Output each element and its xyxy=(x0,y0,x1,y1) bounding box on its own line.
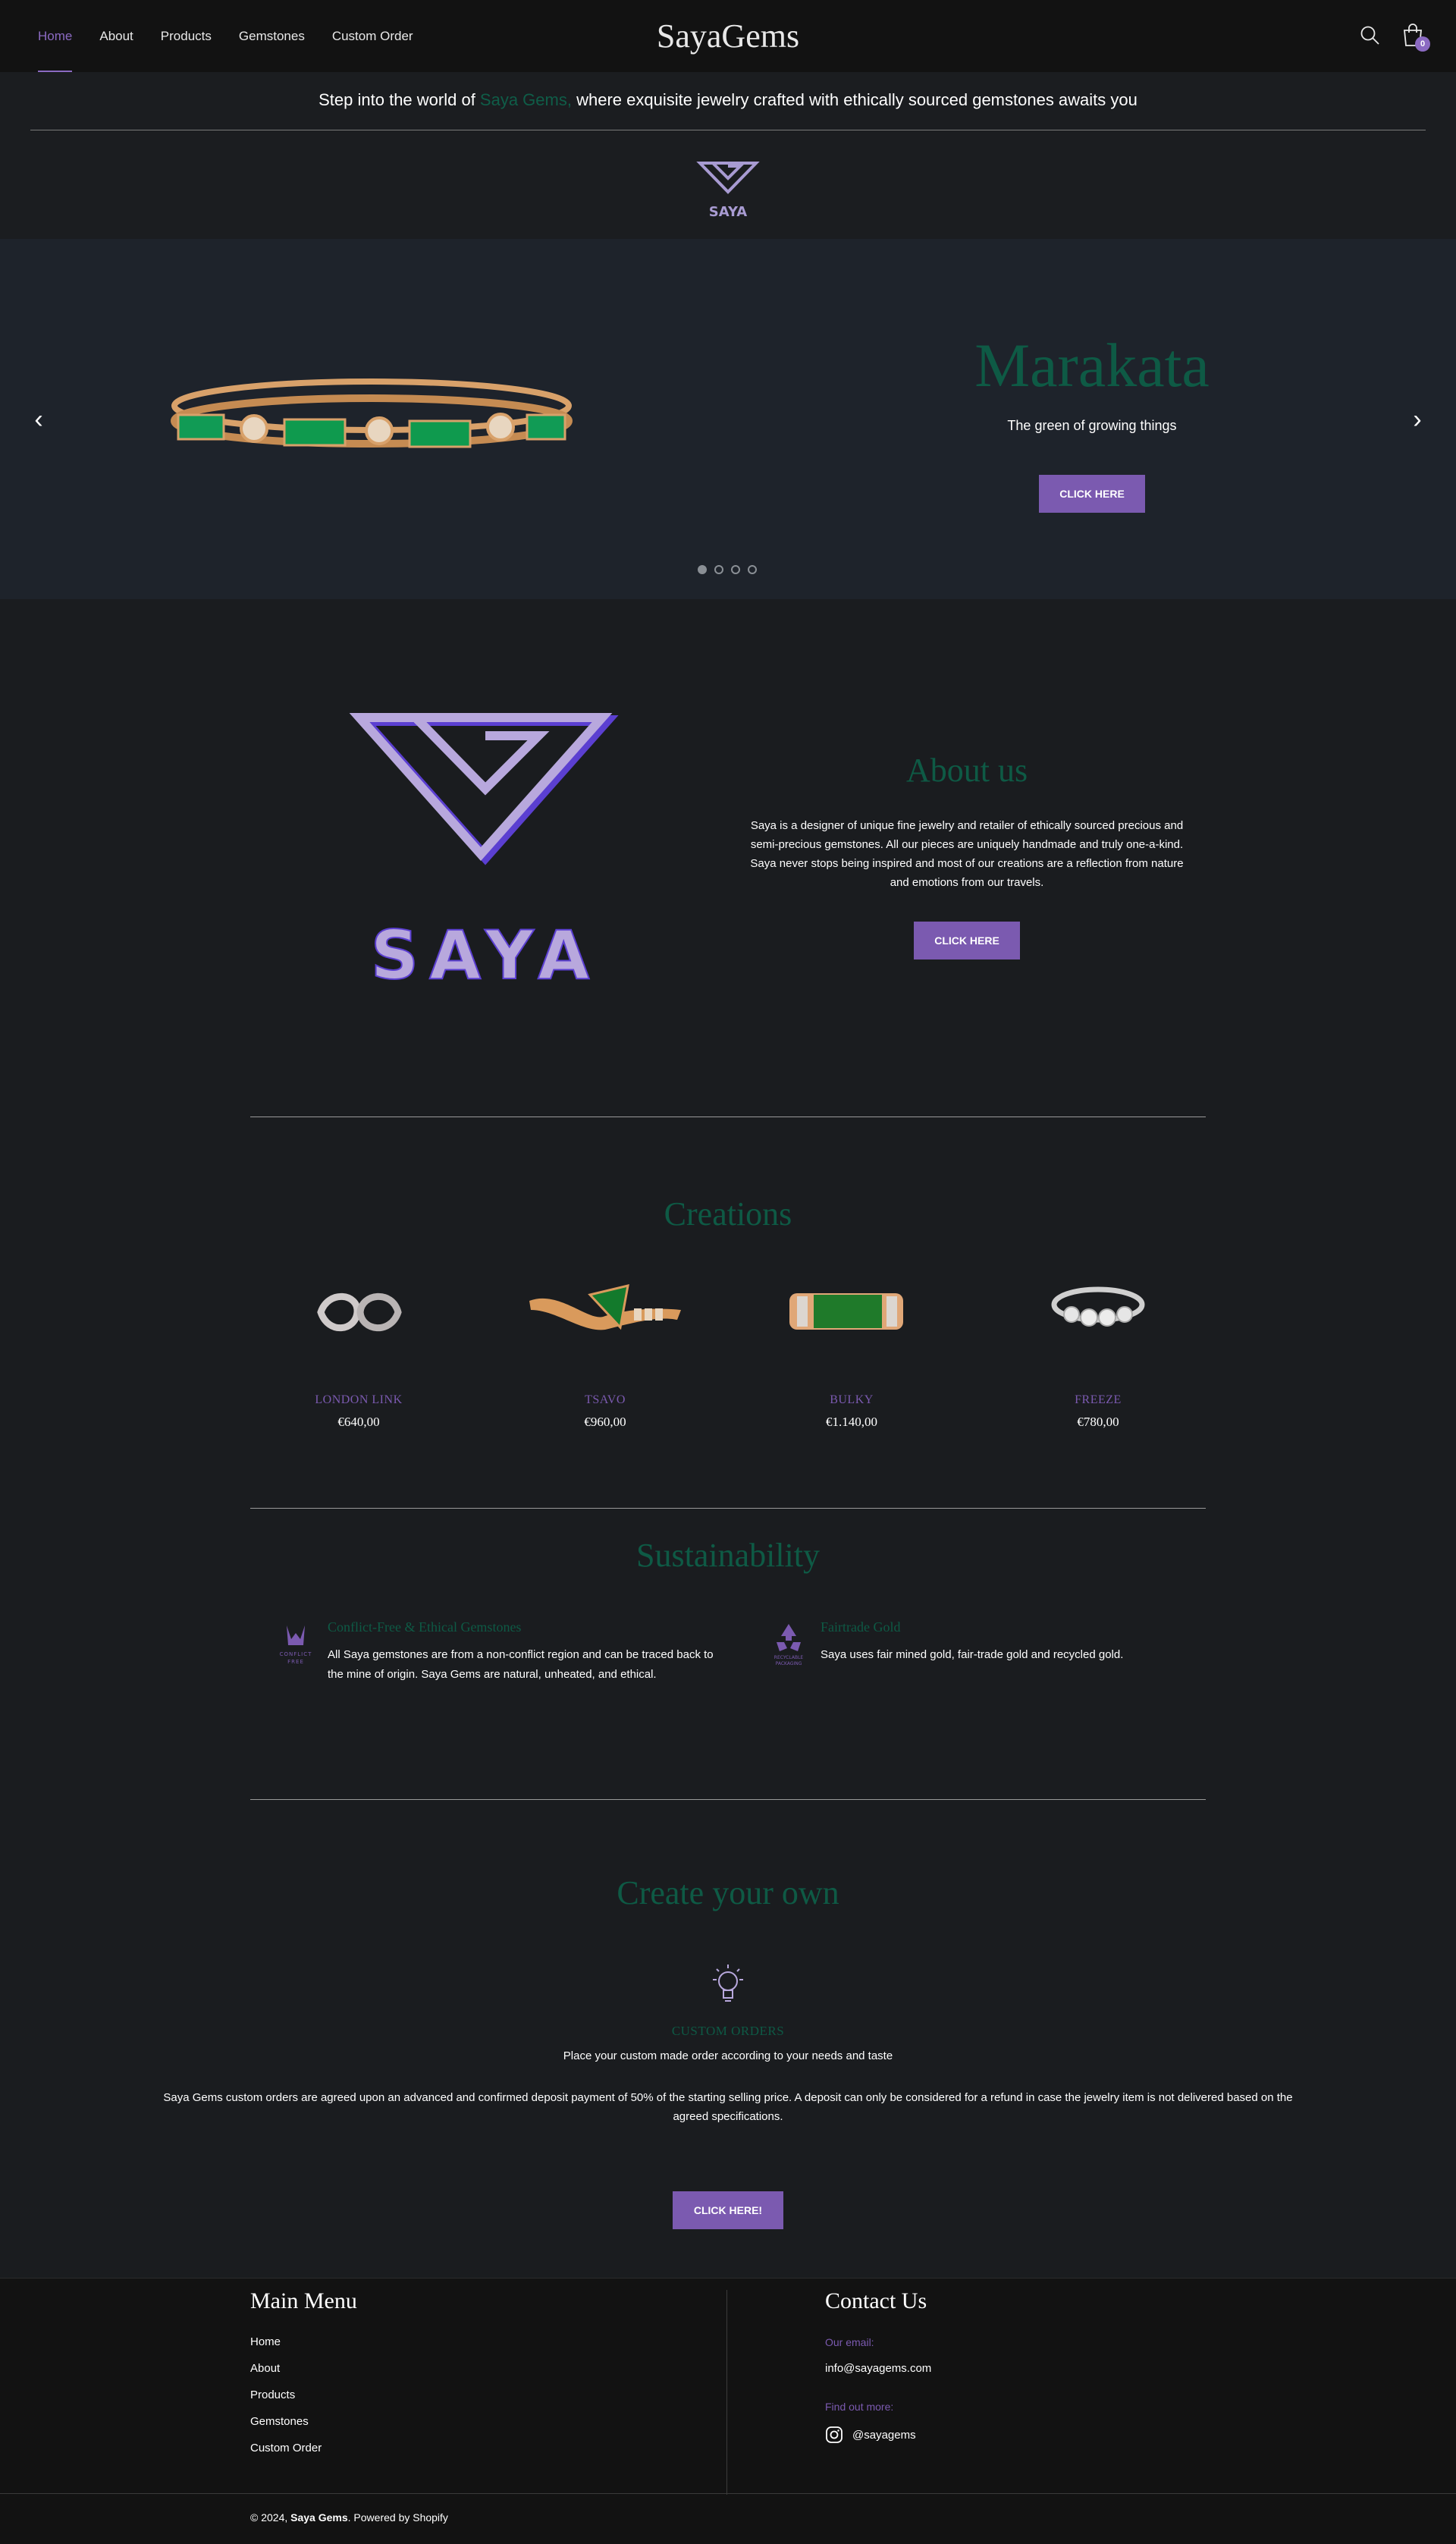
nav-products[interactable]: Products xyxy=(161,0,212,72)
emerald-ring-image xyxy=(171,378,573,448)
instagram-link[interactable]: @sayagems xyxy=(825,2426,916,2444)
instagram-handle: @sayagems xyxy=(852,2428,916,2442)
sustainability-title: Sustainability xyxy=(636,1537,820,1574)
london-link-ring-image xyxy=(317,1292,402,1332)
nav-about[interactable]: About xyxy=(99,0,133,72)
site-footer xyxy=(0,2278,1456,2544)
product-price: €640,00 xyxy=(337,1415,380,1429)
copyright-pre: © 2024, xyxy=(250,2511,291,2524)
slider-dot-4[interactable] xyxy=(748,565,757,574)
product-name[interactable]: TSAVO xyxy=(514,1393,696,1407)
footer-link-home[interactable]: Home xyxy=(250,2329,322,2355)
sustainability-text: Saya uses fair mined gold, fair-trade go… xyxy=(821,1648,1124,1661)
header-icons: 0 xyxy=(1359,23,1430,52)
custom-order-button[interactable]: CLICK HERE! xyxy=(673,2191,783,2229)
footer-link-custom-order[interactable]: Custom Order xyxy=(250,2435,322,2461)
email-label: Our email: xyxy=(825,2336,874,2348)
nav-home[interactable]: Home xyxy=(38,0,73,72)
freeze-ring-image xyxy=(1051,1286,1145,1327)
email-link[interactable]: info@sayagems.com xyxy=(825,2362,931,2375)
product-price: €780,00 xyxy=(1077,1415,1119,1429)
bulky-ring-image xyxy=(789,1293,903,1330)
sustainability-heading: Fairtrade Gold xyxy=(821,1619,901,1635)
product-card[interactable]: LONDON LINK €640,00 xyxy=(268,1263,450,1430)
cart-button[interactable]: 0 xyxy=(1401,23,1430,52)
svg-text:CONFLICT: CONFLICT xyxy=(280,1651,312,1657)
footer-bottom-divider xyxy=(0,2493,1456,2494)
product-card[interactable]: BULKY €1.140,00 xyxy=(761,1263,943,1430)
announcement-text: Step into the world of Saya Gems, where … xyxy=(0,90,1456,110)
svg-text:RECYCLABLE: RECYCLABLE xyxy=(774,1655,804,1660)
saya-diamond-logo: SAYA xyxy=(696,162,760,219)
nav-custom-order[interactable]: Custom Order xyxy=(332,0,413,72)
slider-next-arrow[interactable]: › xyxy=(1406,404,1429,435)
tsavo-ring-image xyxy=(529,1284,681,1330)
slider-prev-arrow[interactable]: ‹ xyxy=(27,404,50,435)
custom-orders-subtitle: Place your custom made order according t… xyxy=(563,2049,893,2062)
nav-gemstones[interactable]: Gemstones xyxy=(239,0,305,72)
footer-divider xyxy=(726,2290,727,2495)
slider-dot-3[interactable] xyxy=(731,565,740,574)
custom-orders-heading: CUSTOM ORDERS xyxy=(671,2024,785,2038)
about-logo-text: SAYA xyxy=(371,916,600,994)
saya-large-logo: SAYA xyxy=(349,713,619,994)
custom-orders-text: Saya Gems custom orders are agreed upon … xyxy=(163,2091,1293,2123)
hero-slider: ‹ › Marakata The green of growing things… xyxy=(0,239,1456,599)
conflict-free-icon: CONFLICT FREE xyxy=(280,1625,312,1665)
footer-link-products[interactable]: Products xyxy=(250,2382,322,2408)
lightbulb-icon xyxy=(713,1965,743,2002)
recycle-icon: RECYCLABLE PACKAGING xyxy=(774,1624,804,1666)
footer-menu-title: Main Menu xyxy=(250,2288,357,2313)
product-price: €1.140,00 xyxy=(826,1415,877,1429)
announcement-pre: Step into the world of xyxy=(318,90,480,109)
sustainability-heading: Conflict-Free & Ethical Gemstones xyxy=(328,1619,522,1635)
ann-logo-text: SAYA xyxy=(709,204,747,219)
copyright: © 2024, Saya Gems. Powered by Shopify xyxy=(250,2511,448,2524)
about-section: SAYA About us Saya is a designer of uniq… xyxy=(0,599,1456,1115)
main-nav: Home About Products Gemstones Custom Ord… xyxy=(38,0,413,72)
product-name[interactable]: FREEZE xyxy=(1007,1393,1189,1407)
about-text: Saya is a designer of unique fine jewelr… xyxy=(750,819,1184,889)
product-price: €960,00 xyxy=(584,1415,626,1429)
search-icon[interactable] xyxy=(1359,24,1380,46)
footer-contact-title: Contact Us xyxy=(825,2288,927,2313)
product-card[interactable]: FREEZE €780,00 xyxy=(1007,1263,1189,1430)
product-card[interactable]: TSAVO €960,00 xyxy=(514,1263,696,1430)
find-more-label: Find out more: xyxy=(825,2401,894,2413)
footer-menu: Home About Products Gemstones Custom Ord… xyxy=(250,2329,322,2461)
svg-text:FREE: FREE xyxy=(287,1659,304,1665)
slider-dots xyxy=(698,565,757,574)
slider-dot-2[interactable] xyxy=(714,565,723,574)
footer-link-gemstones[interactable]: Gemstones xyxy=(250,2408,322,2435)
sustainability-text: All Saya gemstones are from a non-confli… xyxy=(328,1648,714,1681)
product-name[interactable]: BULKY xyxy=(761,1393,943,1407)
svg-text:PACKAGING: PACKAGING xyxy=(776,1661,802,1666)
footer-link-about[interactable]: About xyxy=(250,2355,322,2382)
announcement-post: where exquisite jewelry crafted with eth… xyxy=(571,90,1138,109)
instagram-icon xyxy=(826,2426,843,2443)
slide-title: Marakata xyxy=(974,331,1210,400)
about-title: About us xyxy=(905,752,1028,789)
slide-cta-button[interactable]: CLICK HERE xyxy=(1039,475,1145,513)
divider xyxy=(250,1799,1206,1800)
create-own-title: Create your own xyxy=(617,1874,839,1911)
slide-subtitle: The green of growing things xyxy=(1007,418,1177,433)
product-name[interactable]: LONDON LINK xyxy=(268,1393,450,1407)
announcement-highlight[interactable]: Saya Gems, xyxy=(480,90,572,109)
slider-dot-1[interactable] xyxy=(698,565,707,574)
brand-logo[interactable]: SayaGems xyxy=(657,17,799,55)
copyright-brand[interactable]: Saya Gems xyxy=(290,2511,348,2524)
divider xyxy=(250,1508,1206,1509)
cart-count-badge: 0 xyxy=(1415,36,1430,52)
announcement-bar: Step into the world of Saya Gems, where … xyxy=(0,72,1456,239)
copyright-post: . Powered by Shopify xyxy=(347,2511,448,2524)
site-header: Home About Products Gemstones Custom Ord… xyxy=(0,0,1456,72)
creations-title: Creations xyxy=(664,1195,792,1233)
about-cta-button[interactable]: CLICK HERE xyxy=(914,922,1020,959)
